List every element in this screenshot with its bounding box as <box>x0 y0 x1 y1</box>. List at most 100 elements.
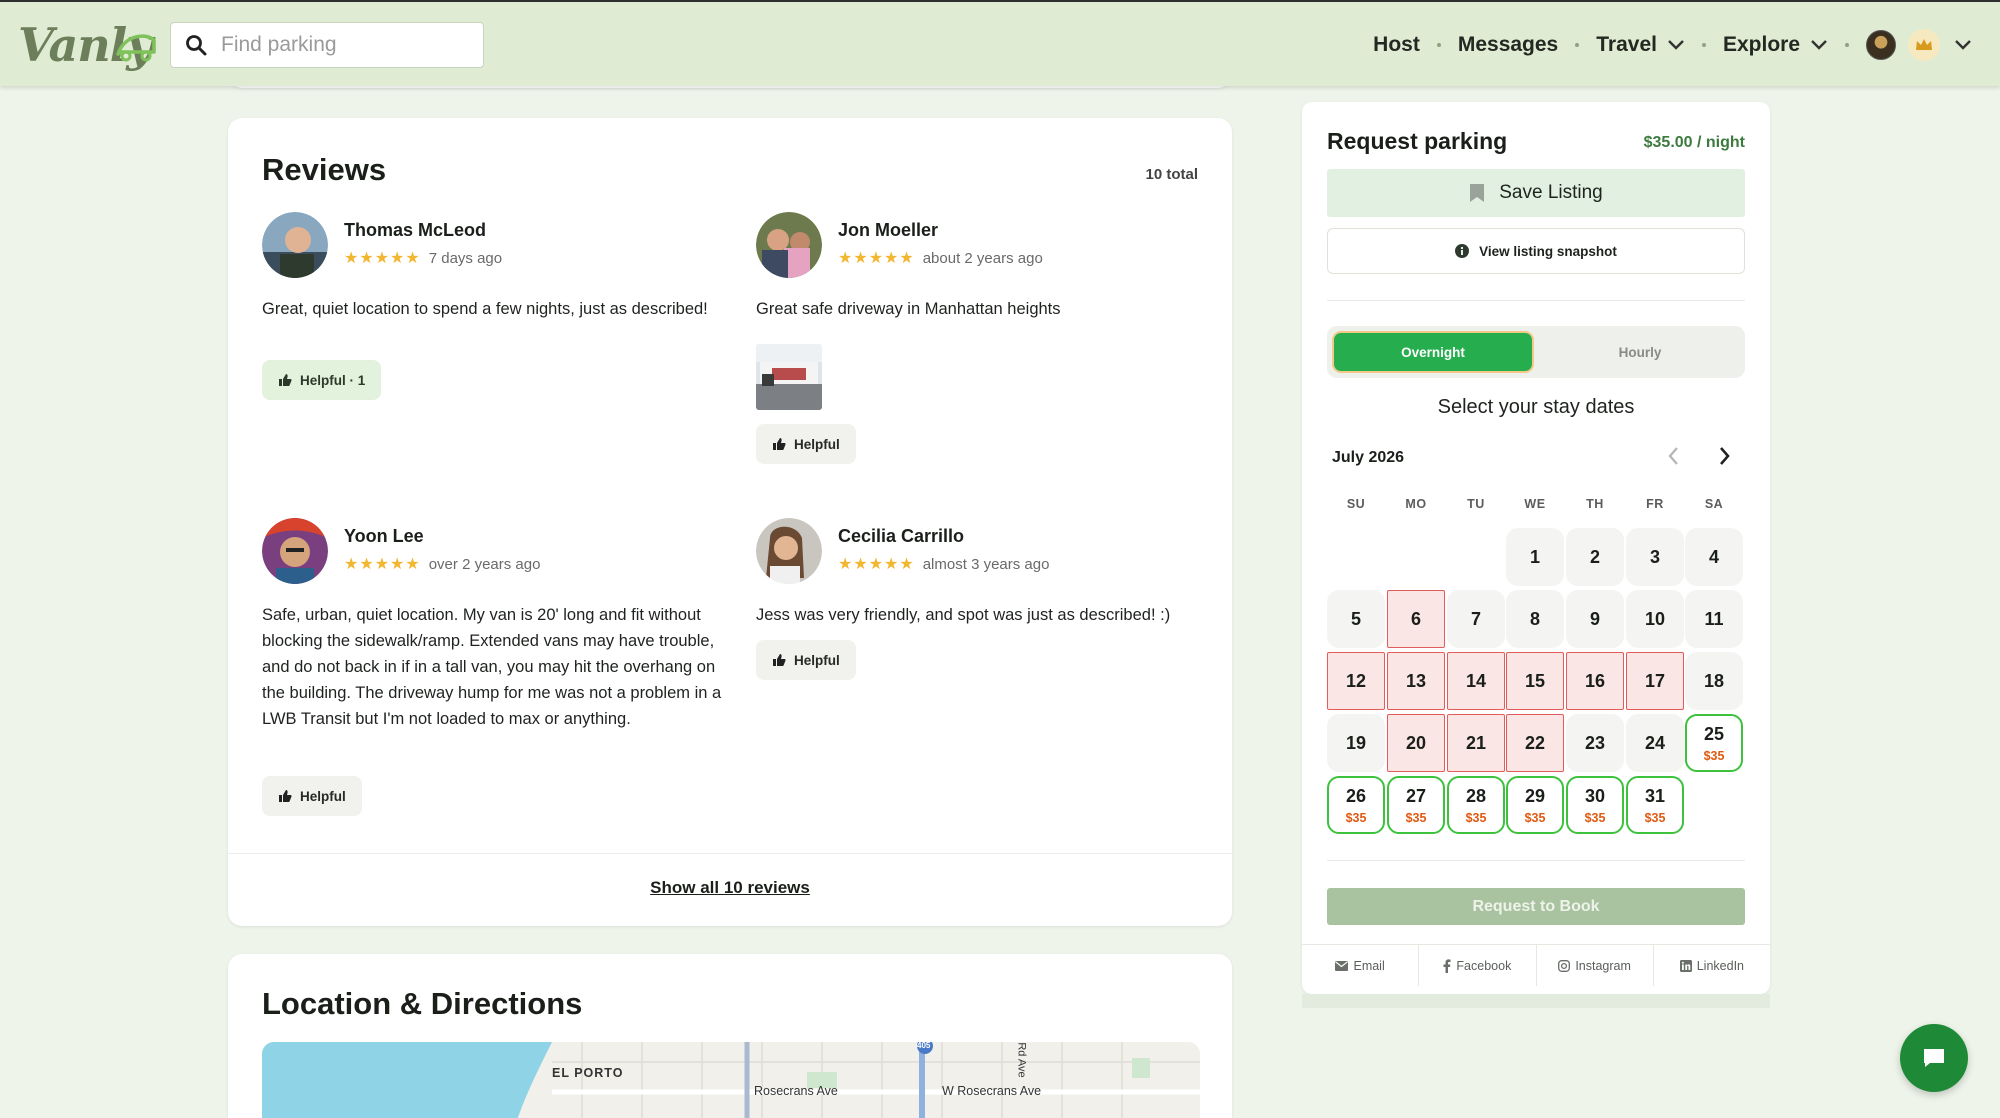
reviewer-avatar <box>262 518 328 584</box>
calendar-day[interactable]: 11 <box>1685 590 1743 648</box>
calendar-day[interactable]: 1 <box>1506 528 1564 586</box>
calendar-day[interactable]: 9 <box>1566 590 1624 648</box>
save-listing-button[interactable]: Save Listing <box>1327 169 1745 217</box>
review-meta: ★★★★★ almost 3 years ago <box>838 554 1049 574</box>
nav-explore-label: Explore <box>1722 33 1800 56</box>
search-box[interactable] <box>170 22 484 68</box>
helpful-button[interactable]: Helpful · 1 <box>262 360 382 400</box>
nav-explore[interactable]: Explore <box>1723 33 1828 57</box>
thumbs-up-icon <box>773 438 786 450</box>
weekday-header: TU <box>1467 497 1485 511</box>
helpful-button[interactable]: Helpful <box>756 424 856 464</box>
day-number: 11 <box>1704 608 1724 629</box>
nav-host[interactable]: Host <box>1373 33 1420 57</box>
nav-messages[interactable]: Messages <box>1458 33 1558 57</box>
calendar-prev-chevron-icon[interactable] <box>1664 444 1684 468</box>
vanly-logo[interactable]: Vanly <box>18 14 156 72</box>
calendar-day-available[interactable]: 26 $35 <box>1327 776 1385 834</box>
reviews-total: 10 total <box>1145 166 1198 183</box>
calendar-day[interactable]: 19 <box>1327 714 1385 772</box>
day-price: $35 <box>1644 810 1666 825</box>
review-photo[interactable] <box>756 344 822 410</box>
nav-travel[interactable]: Travel <box>1596 33 1685 57</box>
nav-separator <box>1845 43 1849 47</box>
calendar-day-available[interactable]: 30 $35 <box>1566 776 1624 834</box>
calendar-day-available[interactable]: 28 $35 <box>1447 776 1505 834</box>
map-label-rosecrans: Rosecrans Ave <box>754 1084 838 1098</box>
reviewer-name: Thomas McLeod <box>344 220 487 240</box>
calendar-day[interactable]: 23 <box>1566 714 1624 772</box>
hourly-option[interactable]: Hourly <box>1541 333 1739 371</box>
calendar-day[interactable]: 3 <box>1626 528 1684 586</box>
calendar-month: July 2026 <box>1332 449 1405 466</box>
account-menu-chevron-down-icon[interactable] <box>1954 39 1972 51</box>
calendar-day-booked: 20 <box>1387 714 1445 772</box>
day-number: 8 <box>1529 608 1540 629</box>
calendar-day-available[interactable]: 25 $35 <box>1685 714 1743 772</box>
review-date: 7 days ago <box>428 249 503 267</box>
instagram-icon <box>1558 959 1571 972</box>
review-meta: ★★★★★ about 2 years ago <box>838 248 1043 268</box>
review-date: about 2 years ago <box>922 249 1043 267</box>
share-facebook[interactable]: Facebook <box>1419 945 1537 986</box>
share-instagram[interactable]: Instagram <box>1537 945 1654 986</box>
review-date: almost 3 years ago <box>922 555 1050 573</box>
calendar-day-booked: 6 <box>1387 590 1445 648</box>
day-number: 20 <box>1405 732 1427 753</box>
calendar-day-available[interactable]: 29 $35 <box>1506 776 1564 834</box>
star-rating-icon: ★★★★★ <box>838 556 915 573</box>
weekday-header: TH <box>1586 497 1604 511</box>
save-listing-label: Save Listing <box>1499 182 1603 203</box>
user-avatar[interactable] <box>1866 30 1896 60</box>
share-facebook-label: Facebook <box>1456 958 1512 973</box>
helpful-button[interactable]: Helpful <box>262 776 362 816</box>
show-all-reviews-link[interactable]: Show all 10 reviews <box>228 878 1232 898</box>
calendar-day[interactable]: 2 <box>1566 528 1624 586</box>
map[interactable]: EL PORTO Rosecrans Ave W Rosecrans Ave R… <box>262 1042 1200 1118</box>
review-date: over 2 years ago <box>428 555 541 573</box>
day-number: 30 <box>1584 785 1606 806</box>
calendar-day-available[interactable]: 31 $35 <box>1626 776 1684 834</box>
calendar-day[interactable]: 5 <box>1327 590 1385 648</box>
crown-icon[interactable] <box>1908 29 1940 61</box>
reviewer-avatar <box>756 212 822 278</box>
day-number: 25 <box>1703 723 1725 744</box>
calendar-day[interactable]: 4 <box>1685 528 1743 586</box>
booking-card-footer <box>1302 994 1770 1008</box>
share-instagram-label: Instagram <box>1575 958 1631 973</box>
share-linkedin[interactable]: LinkedIn <box>1654 945 1770 986</box>
calendar-day-available[interactable]: 27 $35 <box>1387 776 1445 834</box>
bookmark-icon <box>1470 184 1485 202</box>
search-input[interactable] <box>221 33 461 57</box>
booking-divider <box>1327 860 1745 861</box>
nightly-price: $35.00 / night <box>1643 134 1745 151</box>
top-header: Vanly Host Messages Travel Explore <box>0 0 2000 86</box>
reviewer-avatar <box>756 518 822 584</box>
overnight-option[interactable]: Overnight <box>1334 333 1532 371</box>
view-snapshot-button[interactable]: View listing snapshot <box>1327 228 1745 274</box>
day-number: 15 <box>1524 670 1546 691</box>
day-number: 6 <box>1410 608 1421 629</box>
calendar-day[interactable]: 18 <box>1685 652 1743 710</box>
weekday-header: WE <box>1524 497 1546 511</box>
share-email[interactable]: Email <box>1302 945 1420 986</box>
day-number: 7 <box>1470 608 1481 629</box>
day-price: $35 <box>1405 810 1427 825</box>
chat-button[interactable] <box>1900 1024 1968 1092</box>
day-number: 13 <box>1405 670 1427 691</box>
calendar-next-chevron-icon[interactable] <box>1714 444 1734 468</box>
calendar-day[interactable]: 10 <box>1626 590 1684 648</box>
stay-type-toggle: Overnight Hourly <box>1327 326 1745 378</box>
location-card: Location & Directions EL PORTO Rosecrans… <box>228 954 1232 1118</box>
chevron-down-icon <box>1811 40 1827 50</box>
helpful-button[interactable]: Helpful <box>756 640 856 680</box>
share-email-label: Email <box>1353 958 1385 973</box>
calendar-day-booked: 16 <box>1566 652 1624 710</box>
calendar-day[interactable]: 24 <box>1626 714 1684 772</box>
map-label-el-porto: EL PORTO <box>552 1066 624 1080</box>
reviews-title: Reviews <box>262 152 387 187</box>
request-to-book-button[interactable]: Request to Book <box>1327 888 1745 925</box>
calendar-day[interactable]: 8 <box>1506 590 1564 648</box>
calendar-day-booked: 13 <box>1387 652 1445 710</box>
calendar-day[interactable]: 7 <box>1447 590 1505 648</box>
